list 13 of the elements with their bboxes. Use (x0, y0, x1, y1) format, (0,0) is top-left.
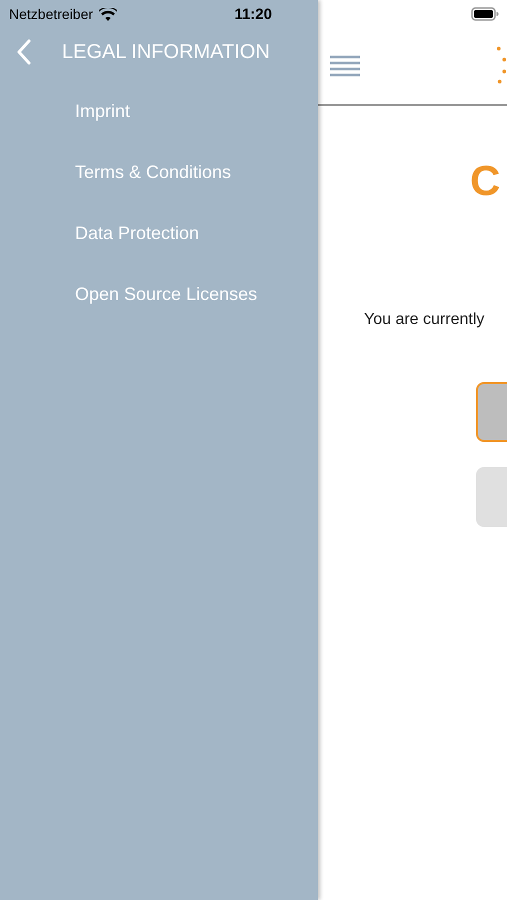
menu-button[interactable] (329, 55, 361, 77)
carrier-name: Netzbetreiber (9, 6, 94, 22)
back-button[interactable] (16, 39, 32, 65)
status-time: 11:20 (234, 6, 272, 22)
status-message: You are currently (364, 311, 486, 329)
battery-icon (471, 7, 499, 21)
drawer-title: LEGAL INFORMATION (62, 40, 270, 64)
page-heading: C (470, 156, 502, 206)
wifi-icon (99, 8, 118, 20)
menu-item[interactable]: Imprint (75, 101, 130, 122)
menu-item[interactable]: Terms & Conditions (75, 162, 232, 183)
menu-item[interactable]: Data Protection (75, 223, 200, 244)
menu-item[interactable]: Open Source Licenses (75, 284, 258, 305)
